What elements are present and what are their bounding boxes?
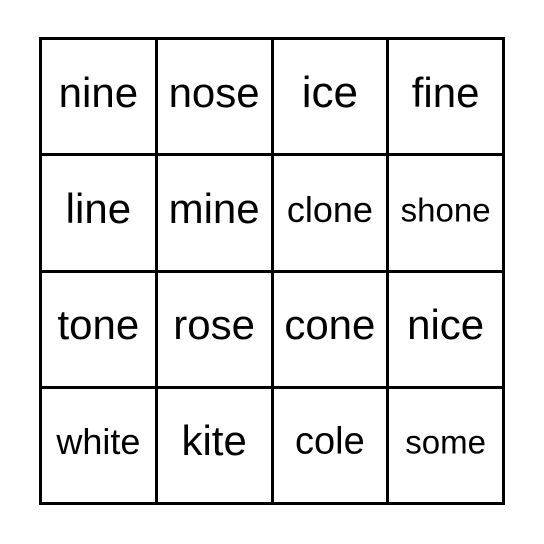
bingo-cell-word: cone bbox=[284, 301, 376, 349]
bingo-cell-word: clone bbox=[286, 188, 373, 230]
bingo-cell[interactable]: clone bbox=[273, 156, 390, 273]
bingo-cell[interactable]: white bbox=[42, 388, 158, 505]
bingo-cell-word: shone bbox=[400, 191, 491, 229]
bingo-cell-word: line bbox=[65, 185, 132, 233]
bingo-cell-word: fine bbox=[411, 68, 480, 116]
bingo-cell[interactable]: kite bbox=[157, 388, 274, 505]
bingo-cell-word: cole bbox=[295, 420, 365, 463]
bingo-cell-word: rose bbox=[173, 301, 255, 349]
bingo-cell[interactable]: nose bbox=[157, 40, 274, 157]
bingo-cell[interactable]: nice bbox=[389, 272, 505, 389]
bingo-cell[interactable]: nine bbox=[42, 40, 158, 157]
bingo-cell[interactable]: line bbox=[42, 156, 158, 273]
bingo-cell-word: tone bbox=[57, 301, 140, 349]
bingo-cell-word: ice bbox=[301, 67, 358, 117]
bingo-cell-word: some bbox=[405, 423, 486, 461]
bingo-cell-word: kite bbox=[181, 417, 247, 465]
bingo-cell[interactable]: mine bbox=[157, 156, 274, 273]
bingo-card: nine nose ice fine line mine clone shone tone ros… bbox=[0, 0, 544, 544]
bingo-cell[interactable]: ice bbox=[273, 40, 390, 157]
bingo-cell-word: white bbox=[56, 421, 141, 463]
bingo-cell[interactable]: fine bbox=[389, 40, 505, 157]
bingo-cell[interactable]: rose bbox=[157, 272, 274, 389]
bingo-cell-word: mine bbox=[168, 185, 260, 233]
bingo-cell[interactable]: cone bbox=[273, 272, 390, 389]
bingo-cell[interactable]: some bbox=[389, 388, 505, 505]
bingo-cell[interactable]: cole bbox=[273, 388, 390, 505]
bingo-cell-word: nose bbox=[168, 68, 260, 116]
bingo-cell-word: nine bbox=[58, 68, 139, 116]
bingo-grid: nine nose ice fine line mine clone shone tone ros… bbox=[39, 37, 505, 505]
bingo-cell[interactable]: shone bbox=[389, 156, 505, 273]
bingo-cell[interactable]: tone bbox=[42, 272, 158, 389]
bingo-cell-word: nice bbox=[407, 301, 485, 349]
